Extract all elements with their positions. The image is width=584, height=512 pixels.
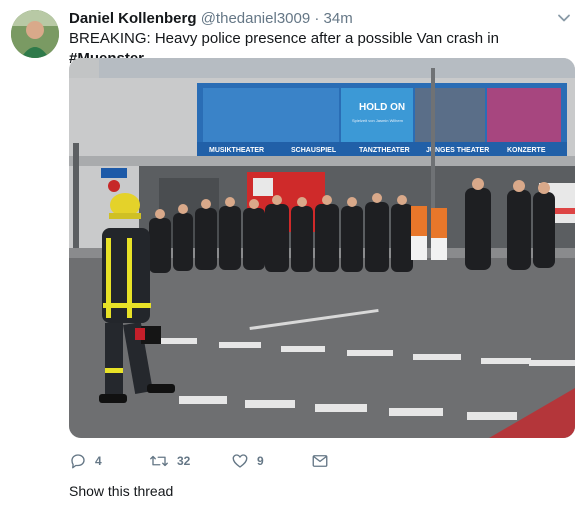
reply-button[interactable]: 4 [69, 452, 102, 470]
tweet-text-body: BREAKING: Heavy police presence after a … [69, 30, 499, 47]
retweet-count: 32 [177, 454, 191, 468]
avatar[interactable] [11, 10, 59, 58]
chevron-down-icon[interactable] [556, 10, 572, 26]
label-tanztheater: TANZTHEATER [359, 147, 410, 154]
label-konzerte: KONZERTE [507, 147, 546, 154]
reply-count: 4 [95, 454, 102, 468]
author-handle[interactable]: @thedaniel3009 [201, 10, 310, 27]
author-name[interactable]: Daniel Kollenberg [69, 10, 197, 27]
label-musiktheater: MUSIKTHEATER [209, 147, 264, 154]
timestamp[interactable]: 34m [324, 10, 353, 27]
retweet-icon [150, 455, 168, 467]
action-bar: 4 32 9 [69, 452, 369, 470]
message-button[interactable] [311, 452, 329, 470]
retweet-button[interactable]: 32 [149, 452, 190, 470]
tweet-photo[interactable]: HOLD ON Spielzeit von Jasmin Wilhem MUSI… [69, 58, 575, 438]
like-button[interactable]: 9 [231, 452, 264, 470]
banner-text: HOLD ON [359, 102, 405, 113]
like-icon [232, 454, 248, 468]
like-count: 9 [257, 454, 264, 468]
reply-icon [71, 454, 85, 469]
tweet-header: Daniel Kollenberg @thedaniel3009 · 34m [69, 9, 353, 29]
banner-subtext: Spielzeit von Jasmin Wilhem [352, 118, 404, 123]
label-junges-theater: JUNGES THEATER [426, 147, 489, 154]
message-icon [312, 455, 328, 467]
street-scene-image: HOLD ON Spielzeit von Jasmin Wilhem MUSI… [69, 58, 575, 438]
label-schauspiel: SCHAUSPIEL [291, 147, 337, 154]
separator: · [314, 10, 320, 27]
show-thread-link[interactable]: Show this thread [69, 483, 173, 499]
